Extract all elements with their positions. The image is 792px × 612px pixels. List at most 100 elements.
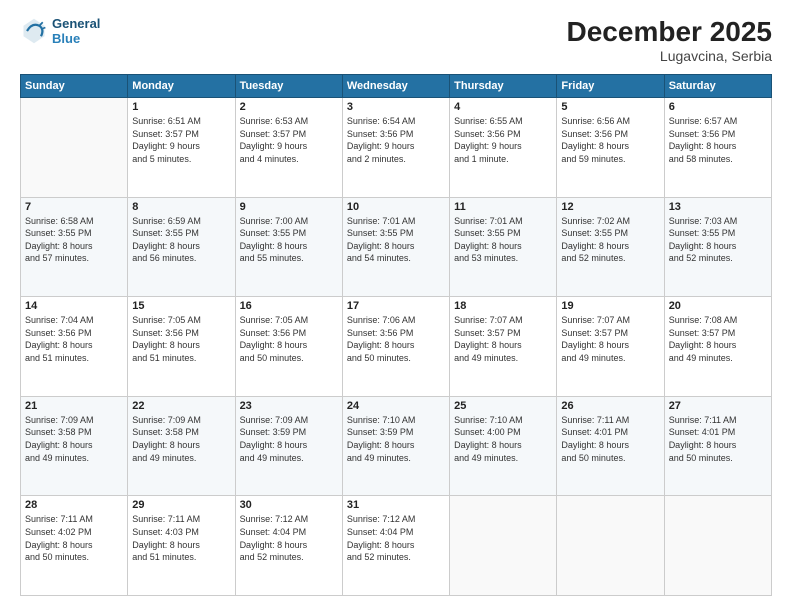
table-row: 11 Sunrise: 7:01 AM Sunset: 3:55 PM Dayli… <box>450 197 557 297</box>
day-number: 11 <box>454 201 552 213</box>
table-row: 1 Sunrise: 6:51 AM Sunset: 3:57 PM Daylig… <box>128 98 235 198</box>
table-row: 9Sunrise: 7:00 AM Sunset: 3:55 PM Daylig… <box>235 197 342 297</box>
day-number: 2 <box>240 101 338 113</box>
month-title: December 2025 <box>567 16 772 48</box>
table-row: 4 Sunrise: 6:55 AM Sunset: 3:56 PM Daylig… <box>450 98 557 198</box>
day-number: 22 <box>132 400 230 412</box>
day-number: 23 <box>240 400 338 412</box>
table-row: 12 Sunrise: 7:02 AM Sunset: 3:55 PM Dayli… <box>557 197 664 297</box>
header-friday: Friday <box>557 75 664 98</box>
week-row-1: 1 Sunrise: 6:51 AM Sunset: 3:57 PM Daylig… <box>21 98 772 198</box>
table-row <box>557 496 664 596</box>
table-row: 5 Sunrise: 6:56 AM Sunset: 3:56 PM Daylig… <box>557 98 664 198</box>
table-row: 21 Sunrise: 7:09 AM Sunset: 3:58 PM Dayli… <box>21 396 128 496</box>
day-number: 1 <box>132 101 230 113</box>
day-info: Sunrise: 7:11 AM Sunset: 4:01 PM Dayligh… <box>669 414 767 464</box>
day-info: Sunrise: 7:07 AM Sunset: 3:57 PM Dayligh… <box>454 314 552 364</box>
day-number: 28 <box>25 499 123 511</box>
table-row: 14 Sunrise: 7:04 AM Sunset: 3:56 PM Dayli… <box>21 297 128 397</box>
day-info: Sunrise: 7:08 AM Sunset: 3:57 PM Dayligh… <box>669 314 767 364</box>
calendar-table: Sunday Monday Tuesday Wednesday Thursday… <box>20 74 772 596</box>
day-number: 15 <box>132 300 230 312</box>
day-number: 16 <box>240 300 338 312</box>
day-info: Sunrise: 6:57 AM Sunset: 3:56 PM Dayligh… <box>669 115 767 165</box>
table-row: 20 Sunrise: 7:08 AM Sunset: 3:57 PM Dayli… <box>664 297 771 397</box>
day-info: Sunrise: 6:58 AM Sunset: 3:55 PM Dayligh… <box>25 215 123 265</box>
day-number: 24 <box>347 400 445 412</box>
day-number: 4 <box>454 101 552 113</box>
day-info: Sunrise: 7:09 AM Sunset: 3:59 PM Dayligh… <box>240 414 338 464</box>
day-info: Sunrise: 7:10 AM Sunset: 4:00 PM Dayligh… <box>454 414 552 464</box>
table-row: 30 Sunrise: 7:12 AM Sunset: 4:04 PM Dayli… <box>235 496 342 596</box>
day-info: Sunrise: 7:09 AM Sunset: 3:58 PM Dayligh… <box>25 414 123 464</box>
title-section: December 2025 Lugavcina, Serbia <box>567 16 772 64</box>
day-number: 12 <box>561 201 659 213</box>
table-row: 16 Sunrise: 7:05 AM Sunset: 3:56 PM Dayli… <box>235 297 342 397</box>
header-wednesday: Wednesday <box>342 75 449 98</box>
week-row-4: 21 Sunrise: 7:09 AM Sunset: 3:58 PM Dayli… <box>21 396 772 496</box>
logo: General Blue <box>20 16 100 46</box>
weekday-header-row: Sunday Monday Tuesday Wednesday Thursday… <box>21 75 772 98</box>
table-row: 18Sunrise: 7:07 AM Sunset: 3:57 PM Dayli… <box>450 297 557 397</box>
day-number: 3 <box>347 101 445 113</box>
day-number: 13 <box>669 201 767 213</box>
day-number: 31 <box>347 499 445 511</box>
table-row: 31 Sunrise: 7:12 AM Sunset: 4:04 PM Dayli… <box>342 496 449 596</box>
table-row: 22Sunrise: 7:09 AM Sunset: 3:58 PM Dayli… <box>128 396 235 496</box>
day-number: 8 <box>132 201 230 213</box>
day-number: 5 <box>561 101 659 113</box>
table-row: 15 Sunrise: 7:05 AM Sunset: 3:56 PM Dayli… <box>128 297 235 397</box>
day-info: Sunrise: 6:54 AM Sunset: 3:56 PM Dayligh… <box>347 115 445 165</box>
day-info: Sunrise: 7:01 AM Sunset: 3:55 PM Dayligh… <box>454 215 552 265</box>
table-row: 6Sunrise: 6:57 AM Sunset: 3:56 PM Daylig… <box>664 98 771 198</box>
day-number: 30 <box>240 499 338 511</box>
table-row <box>21 98 128 198</box>
week-row-2: 7Sunrise: 6:58 AM Sunset: 3:55 PM Daylig… <box>21 197 772 297</box>
day-number: 10 <box>347 201 445 213</box>
day-info: Sunrise: 7:01 AM Sunset: 3:55 PM Dayligh… <box>347 215 445 265</box>
day-number: 9 <box>240 201 338 213</box>
header-monday: Monday <box>128 75 235 98</box>
day-info: Sunrise: 7:05 AM Sunset: 3:56 PM Dayligh… <box>240 314 338 364</box>
day-info: Sunrise: 6:59 AM Sunset: 3:55 PM Dayligh… <box>132 215 230 265</box>
day-number: 14 <box>25 300 123 312</box>
location-subtitle: Lugavcina, Serbia <box>567 48 772 64</box>
day-info: Sunrise: 6:56 AM Sunset: 3:56 PM Dayligh… <box>561 115 659 165</box>
day-info: Sunrise: 7:11 AM Sunset: 4:02 PM Dayligh… <box>25 513 123 563</box>
table-row: 8 Sunrise: 6:59 AM Sunset: 3:55 PM Daylig… <box>128 197 235 297</box>
day-number: 19 <box>561 300 659 312</box>
table-row: 19 Sunrise: 7:07 AM Sunset: 3:57 PM Dayli… <box>557 297 664 397</box>
day-info: Sunrise: 6:51 AM Sunset: 3:57 PM Dayligh… <box>132 115 230 165</box>
week-row-5: 28 Sunrise: 7:11 AM Sunset: 4:02 PM Dayli… <box>21 496 772 596</box>
day-info: Sunrise: 7:05 AM Sunset: 3:56 PM Dayligh… <box>132 314 230 364</box>
day-number: 25 <box>454 400 552 412</box>
header-tuesday: Tuesday <box>235 75 342 98</box>
day-number: 26 <box>561 400 659 412</box>
table-row: 25 Sunrise: 7:10 AM Sunset: 4:00 PM Dayli… <box>450 396 557 496</box>
day-info: Sunrise: 7:02 AM Sunset: 3:55 PM Dayligh… <box>561 215 659 265</box>
day-info: Sunrise: 7:12 AM Sunset: 4:04 PM Dayligh… <box>240 513 338 563</box>
table-row: 7Sunrise: 6:58 AM Sunset: 3:55 PM Daylig… <box>21 197 128 297</box>
day-info: Sunrise: 7:04 AM Sunset: 3:56 PM Dayligh… <box>25 314 123 364</box>
day-info: Sunrise: 6:55 AM Sunset: 3:56 PM Dayligh… <box>454 115 552 165</box>
day-info: Sunrise: 7:12 AM Sunset: 4:04 PM Dayligh… <box>347 513 445 563</box>
day-number: 21 <box>25 400 123 412</box>
day-number: 17 <box>347 300 445 312</box>
header-thursday: Thursday <box>450 75 557 98</box>
day-number: 20 <box>669 300 767 312</box>
logo-line1: General <box>52 16 100 31</box>
header: General Blue December 2025 Lugavcina, Se… <box>20 16 772 64</box>
day-info: Sunrise: 7:07 AM Sunset: 3:57 PM Dayligh… <box>561 314 659 364</box>
table-row: 26Sunrise: 7:11 AM Sunset: 4:01 PM Dayli… <box>557 396 664 496</box>
day-number: 29 <box>132 499 230 511</box>
day-info: Sunrise: 6:53 AM Sunset: 3:57 PM Dayligh… <box>240 115 338 165</box>
logo-line2: Blue <box>52 31 100 46</box>
logo-icon <box>20 17 48 45</box>
header-sunday: Sunday <box>21 75 128 98</box>
table-row <box>450 496 557 596</box>
table-row: 10 Sunrise: 7:01 AM Sunset: 3:55 PM Dayli… <box>342 197 449 297</box>
week-row-3: 14 Sunrise: 7:04 AM Sunset: 3:56 PM Dayli… <box>21 297 772 397</box>
table-row: 27 Sunrise: 7:11 AM Sunset: 4:01 PM Dayli… <box>664 396 771 496</box>
day-info: Sunrise: 7:11 AM Sunset: 4:03 PM Dayligh… <box>132 513 230 563</box>
day-number: 27 <box>669 400 767 412</box>
